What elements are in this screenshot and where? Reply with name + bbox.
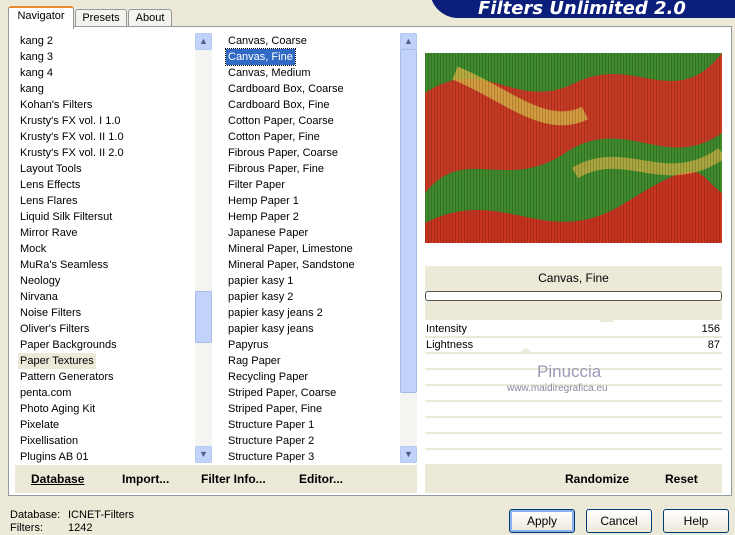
reset-button[interactable]: Reset	[665, 472, 698, 486]
database-button[interactable]: Database	[31, 472, 84, 486]
empty-param-row	[425, 450, 722, 466]
list-item[interactable]: Liquid Silk Filtersut	[18, 209, 114, 225]
list-item[interactable]: Mineral Paper, Limestone	[226, 241, 355, 257]
list-item[interactable]: Cardboard Box, Fine	[226, 97, 332, 113]
list-item[interactable]: Nirvana	[18, 289, 60, 305]
scroll-up-icon[interactable]: ▲	[400, 33, 417, 50]
list-item[interactable]: Layout Tools	[18, 161, 84, 177]
list-item[interactable]: Mirror Rave	[18, 225, 79, 241]
list-item[interactable]: Rag Paper	[226, 353, 283, 369]
tab-about[interactable]: About	[128, 9, 172, 27]
apply-button[interactable]: Apply	[509, 509, 575, 533]
list-item[interactable]: Lens Effects	[18, 177, 82, 193]
list-item[interactable]: Filter Paper	[226, 177, 287, 193]
cancel-button[interactable]: Cancel	[586, 509, 652, 533]
filter-name-label: Canvas, Fine	[538, 271, 609, 285]
randomize-button[interactable]: Randomize	[565, 472, 629, 486]
list-item[interactable]: Papyrus	[226, 337, 270, 353]
list-item[interactable]: MuRa's Seamless	[18, 257, 110, 273]
param-value: 156	[701, 323, 720, 335]
list-item[interactable]: Kohan's Filters	[18, 97, 94, 113]
filters-value: 1242	[68, 522, 93, 534]
list-item[interactable]: kang 2	[18, 33, 55, 49]
list-item[interactable]: Pixellisation	[18, 433, 80, 449]
list-item[interactable]: Structure Paper 1	[226, 417, 316, 433]
list-item[interactable]: Krusty's FX vol. I 1.0	[18, 113, 123, 129]
watermark: Pinuccia	[537, 362, 602, 381]
list-item[interactable]: Fibrous Paper, Coarse	[226, 145, 340, 161]
list-item[interactable]: Pattern Generators	[18, 369, 116, 385]
list-item[interactable]: papier kasy 1	[226, 273, 295, 289]
list-item[interactable]: Canvas, Medium	[226, 65, 313, 81]
scroll-thumb[interactable]	[195, 291, 212, 343]
editor-button[interactable]: Editor...	[299, 472, 343, 486]
list-item[interactable]: Cotton Paper, Fine	[226, 129, 322, 145]
list-item[interactable]: Structure Paper 3	[226, 449, 316, 465]
list-item[interactable]: Fibrous Paper, Fine	[226, 161, 326, 177]
empty-param-row	[425, 418, 722, 434]
list-item[interactable]: Japanese Paper	[226, 225, 310, 241]
list-item[interactable]: penta.com	[18, 385, 73, 401]
filters-label: Filters:	[10, 522, 43, 534]
list-item[interactable]: Striped Paper, Coarse	[226, 385, 338, 401]
list-item[interactable]: kang	[18, 81, 46, 97]
list-item[interactable]: Hemp Paper 2	[226, 209, 301, 225]
list-item[interactable]: Krusty's FX vol. II 1.0	[18, 129, 126, 145]
list-item[interactable]: Canvas, Fine	[225, 48, 296, 66]
list-item[interactable]: Mineral Paper, Sandstone	[226, 257, 357, 273]
param-slider-row[interactable]: Lightness 87	[425, 338, 722, 354]
param-value: 87	[707, 339, 720, 351]
empty-param-row	[425, 434, 722, 450]
filter-list[interactable]: Canvas, Coarse Canvas, Fine Canvas, Medium…	[225, 33, 398, 465]
list-item[interactable]: Oliver's Filters	[18, 321, 91, 337]
help-button[interactable]: Help	[663, 509, 729, 533]
list-item[interactable]: papier kasy jeans 2	[226, 305, 325, 321]
database-label: Database:	[10, 509, 61, 521]
list-item[interactable]: Recycling Paper	[226, 369, 310, 385]
list-item[interactable]: kang 4	[18, 65, 55, 81]
param-label: Lightness	[426, 339, 474, 351]
scroll-down-icon[interactable]: ▼	[400, 446, 417, 463]
app-title: Filters Unlimited 2.0	[478, 0, 686, 19]
list-item[interactable]: Krusty's FX vol. II 2.0	[18, 145, 126, 161]
list-item[interactable]: Striped Paper, Fine	[226, 401, 324, 417]
tab-navigator[interactable]: Navigator	[8, 6, 74, 29]
list-item[interactable]: Plugins AB 01	[18, 449, 91, 465]
param-label: Intensity	[426, 323, 467, 335]
filter-scrollbar[interactable]: ▲ ▼	[400, 33, 417, 463]
category-scrollbar[interactable]: ▲ ▼	[195, 33, 212, 463]
database-value: ICNET-Filters	[68, 509, 134, 521]
list-item[interactable]: Cotton Paper, Coarse	[226, 113, 336, 129]
category-list[interactable]: kang 2 kang 3 kang 4 kang Kohan's Filters Kru…	[18, 33, 194, 463]
list-item[interactable]: Paper Textures	[18, 353, 96, 369]
preview-image	[425, 53, 722, 243]
filter-info-button[interactable]: Filter Info...	[201, 472, 266, 486]
scroll-up-icon[interactable]: ▲	[195, 33, 212, 50]
list-item[interactable]: Pixelate	[18, 417, 61, 433]
scroll-down-icon[interactable]: ▼	[195, 446, 212, 463]
list-item[interactable]: papier kasy jeans	[226, 321, 316, 337]
list-item[interactable]: Neology	[18, 273, 62, 289]
param-slider-row[interactable]: Intensity 156	[425, 316, 722, 338]
progress-bar	[425, 291, 722, 301]
list-item[interactable]: Paper Backgrounds	[18, 337, 119, 353]
empty-param-row	[425, 402, 722, 418]
list-item[interactable]: Photo Aging Kit	[18, 401, 97, 417]
list-item[interactable]: Structure Paper 2	[226, 433, 316, 449]
list-item[interactable]: Noise Filters	[18, 305, 83, 321]
scroll-thumb[interactable]	[400, 49, 417, 393]
list-item[interactable]: Cardboard Box, Coarse	[226, 81, 346, 97]
slider-thumb-icon[interactable]	[599, 316, 615, 322]
list-item[interactable]: Mock	[18, 241, 48, 257]
watermark-url: www.maidiregrafica.eu	[507, 383, 608, 394]
import-button[interactable]: Import...	[122, 472, 169, 486]
tab-presets[interactable]: Presets	[75, 9, 127, 27]
list-item[interactable]: kang 3	[18, 49, 55, 65]
list-item[interactable]: Canvas, Coarse	[226, 33, 309, 49]
list-item[interactable]: Hemp Paper 1	[226, 193, 301, 209]
list-item[interactable]: Lens Flares	[18, 193, 79, 209]
list-item[interactable]: papier kasy 2	[226, 289, 295, 305]
